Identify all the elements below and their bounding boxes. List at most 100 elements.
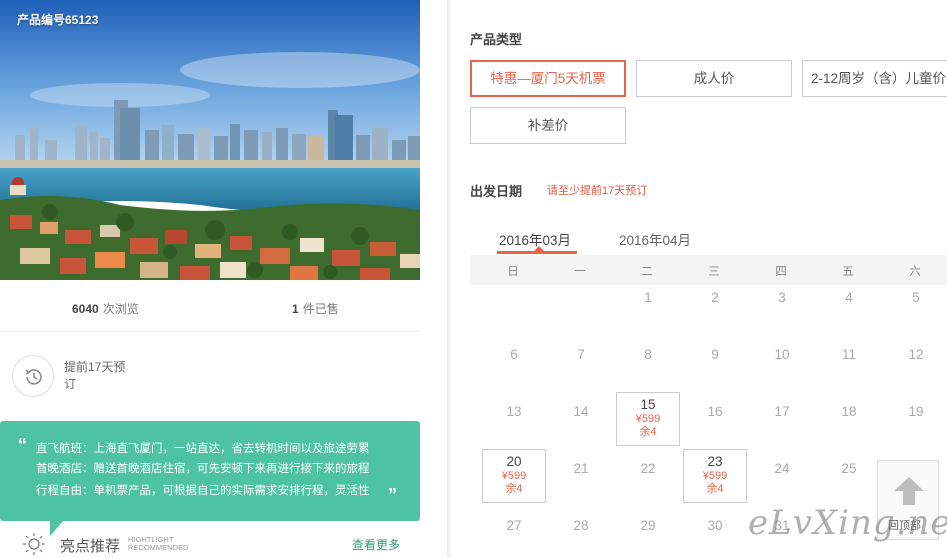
calendar-day-available[interactable]: 20 ¥599 余4 [482, 449, 546, 503]
highlight-header: 亮点推荐 HIGHTLIGHT RECOMMENDED 查看更多 [0, 528, 420, 558]
calendar-day-number: 1 [644, 290, 652, 305]
calendar-day-number: 18 [841, 404, 857, 419]
product-stats: 6040 次浏览 1 件已售 [0, 280, 420, 332]
weekday-tue: 二 [641, 266, 653, 278]
departure-date-hint: 请至少提前17天预订 [547, 185, 648, 197]
views-stat: 6040 次浏览 [72, 300, 139, 317]
calendar-day: 12 [884, 335, 947, 389]
highlight-title: 亮点推荐 [60, 538, 121, 555]
calendar-day: 7 [549, 335, 613, 389]
calendar-day-number: 9 [711, 347, 719, 362]
type-option-child[interactable]: 2-12周岁（含）儿童价 [802, 60, 947, 97]
calendar-day-number: 3 [778, 290, 786, 305]
promo-line-hotel: 首晚酒店：赠送首晚酒店住宿，可先安顿下来再进行接下来的旅程 [36, 463, 370, 475]
calendar-day: 30 [683, 506, 747, 558]
calendar-day: 25 [817, 449, 881, 503]
weekday-wed: 三 [708, 266, 720, 278]
calendar-day-number: 5 [912, 290, 920, 305]
calendar-day-remaining: 余4 [505, 483, 523, 495]
highlight-english: HIGHTLIGHT RECOMMENDED [128, 536, 188, 552]
calendar-day-number: 28 [573, 518, 589, 533]
promo-line-direct-flight: 直飞航班：上海直飞厦门，一站直达，省去转机时间以及旅途劳累 [36, 443, 370, 455]
tab-month-2016-04[interactable]: 2016年04月 [619, 229, 691, 249]
calendar-day-number: 24 [774, 461, 790, 476]
sun-icon [23, 533, 45, 555]
calendar-day-number: 15 [640, 397, 656, 412]
type-option-adult[interactable]: 成人价 [636, 60, 792, 97]
highlight-en-line2: RECOMMENDED [128, 543, 189, 552]
calendar-day-number: 30 [707, 518, 723, 533]
calendar-day: 24 [750, 449, 814, 503]
calendar-day-number: 23 [707, 454, 723, 469]
calendar-day: 27 [482, 506, 546, 558]
calendar-day: 2 [683, 278, 747, 332]
calendar-day: 9 [683, 335, 747, 389]
weekday-sat: 六 [909, 266, 921, 278]
weekday-thu: 四 [775, 266, 787, 278]
calendar-day: 4 [817, 278, 881, 332]
advance-booking-note: 提前17天预订 [12, 355, 432, 401]
calendar-day: 16 [683, 392, 747, 446]
calendar-day-number: 29 [640, 518, 656, 533]
sold-label: 件已售 [302, 302, 339, 316]
site-watermark: eLvXing.net [748, 503, 947, 543]
calendar-day: 10 [750, 335, 814, 389]
calendar-day-price: ¥599 [635, 413, 661, 425]
calendar-day-number: 12 [908, 347, 924, 362]
calendar-day-price: ¥599 [501, 470, 527, 482]
calendar-day-number: 21 [573, 461, 589, 476]
calendar-day-available[interactable]: 15 ¥599 余4 [616, 392, 680, 446]
calendar-day-number: 17 [774, 404, 790, 419]
calendar-day: 13 [482, 392, 546, 446]
view-more-link[interactable]: 查看更多 [352, 536, 400, 553]
calendar-day: 3 [750, 278, 814, 332]
promo-callout: “ 直飞航班：上海直飞厦门，一站直达，省去转机时间以及旅途劳累 首晚酒店：赠送首… [0, 421, 420, 521]
calendar-day-number: 4 [845, 290, 853, 305]
departure-date-label: 出发日期 [470, 184, 523, 199]
calendar-day-number: 25 [841, 461, 857, 476]
product-hero-image: 产品编号65123 [0, 0, 420, 280]
product-type-label: 产品类型 [470, 32, 523, 47]
views-label: 次浏览 [102, 302, 139, 316]
sold-count: 1 [292, 302, 299, 316]
calendar-day: 11 [817, 335, 881, 389]
sold-stat: 1 件已售 [292, 300, 339, 317]
calendar-day: 28 [549, 506, 613, 558]
calendar-day: 18 [817, 392, 881, 446]
product-number: 产品编号65123 [17, 13, 99, 27]
calendar-day-number: 6 [510, 347, 518, 362]
calendar-day: 19 [884, 392, 947, 446]
calendar-day-number: 13 [506, 404, 522, 419]
calendar-day: 21 [549, 449, 613, 503]
calendar-day-number: 8 [644, 347, 652, 362]
weekday-fri: 五 [842, 266, 854, 278]
calendar-day-number: 20 [506, 454, 522, 469]
calendar-day-price: ¥599 [702, 470, 728, 482]
calendar-day-remaining: 余4 [639, 426, 657, 438]
clock-history-icon [12, 355, 54, 397]
calendar-day-number: 16 [707, 404, 723, 419]
calendar-day-number: 7 [577, 347, 585, 362]
calendar-day-available[interactable]: 23 ¥599 余4 [683, 449, 747, 503]
weekday-sun: 日 [507, 266, 519, 278]
calendar-day-number: 14 [573, 404, 589, 419]
type-option-supplement[interactable]: 补差价 [470, 107, 626, 144]
calendar-day-number: 2 [711, 290, 719, 305]
advance-booking-text: 提前17天预订 [64, 360, 126, 391]
calendar-day-number: 10 [774, 347, 790, 362]
calendar-day: 1 [616, 278, 680, 332]
calendar-day: 29 [616, 506, 680, 558]
active-month-underline [497, 251, 577, 254]
calendar-day: 5 [884, 278, 947, 332]
calendar-day-number: 27 [506, 518, 522, 533]
calendar-day: 8 [616, 335, 680, 389]
calendar-day-number: 22 [640, 461, 656, 476]
views-count: 6040 [72, 302, 99, 316]
calendar-day-number: 11 [841, 347, 856, 362]
calendar-day: 22 [616, 449, 680, 503]
promo-line-freedom: 行程自由：单机票产品，可根据自己的实际需求安排行程，灵活性 [36, 485, 370, 497]
calendar-day-remaining: 余4 [706, 483, 724, 495]
booking-panel: 产品类型 特惠—厦门5天机票 成人价 2-12周岁（含）儿童价 补差价 出发日期… [451, 0, 947, 558]
type-option-xiamen-flight[interactable]: 特惠—厦门5天机票 [470, 60, 626, 97]
calendar-day: 17 [750, 392, 814, 446]
